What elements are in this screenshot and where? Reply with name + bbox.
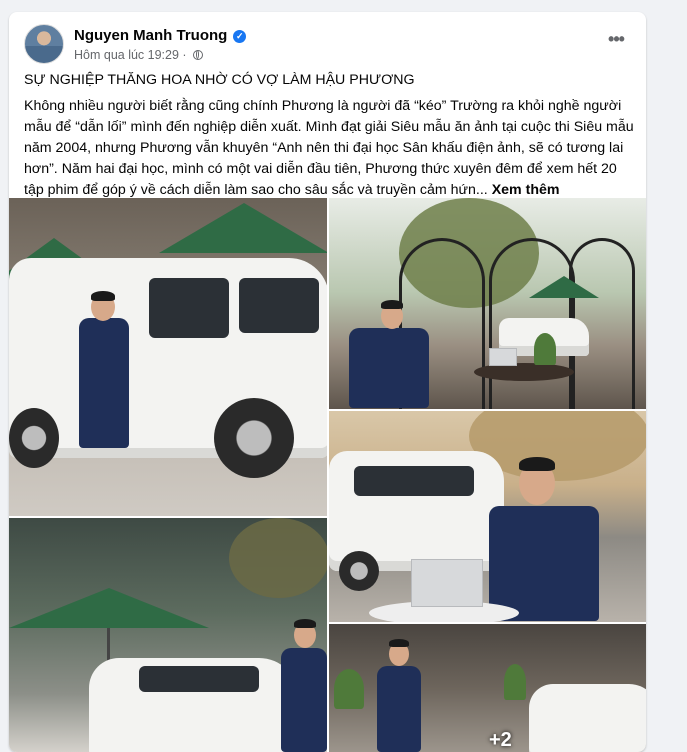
post-timestamp[interactable]: Hôm qua lúc 19:29	[74, 48, 179, 62]
plant-shape	[334, 669, 364, 709]
author-name[interactable]: Nguyen Manh Truong	[74, 27, 227, 44]
man-hair-shape	[389, 639, 409, 647]
man-hair-shape	[381, 300, 403, 309]
laptop-shape	[411, 559, 483, 607]
man-figure-shape	[377, 666, 421, 752]
car-wheel-shape	[339, 551, 379, 591]
man-figure-shape	[79, 318, 129, 448]
plant-shape	[504, 664, 526, 700]
post-photo-3[interactable]	[329, 411, 646, 622]
globe-icon[interactable]	[193, 50, 204, 60]
car-window-shape	[239, 278, 319, 333]
laptop-shape	[489, 348, 517, 366]
see-more-link[interactable]: Xem thêm	[492, 182, 560, 198]
umbrella-shape	[159, 203, 327, 253]
car-wheel-shape	[9, 408, 59, 468]
verified-badge-icon: ✓	[233, 30, 247, 43]
post-photo-1[interactable]	[9, 198, 327, 516]
post-meta: Hôm qua lúc 19:29 ·	[74, 48, 204, 62]
white-car-shape	[529, 684, 646, 752]
man-hair-shape	[91, 291, 115, 301]
car-windshield-shape	[139, 666, 259, 692]
author-name-row: Nguyen Manh Truong ✓	[74, 27, 247, 44]
avatar[interactable]	[24, 24, 64, 64]
more-options-button[interactable]: •••	[602, 30, 630, 54]
post-card: Nguyen Manh Truong ✓ Hôm qua lúc 19:29 · …	[9, 12, 646, 752]
car-window-shape	[149, 278, 229, 338]
man-figure-shape	[281, 648, 327, 752]
post-header: Nguyen Manh Truong ✓ Hôm qua lúc 19:29 · …	[24, 24, 634, 68]
post-text: SỰ NGHIỆP THĂNG HOA NHỜ CÓ VỢ LÀM HẬU PH…	[24, 70, 636, 201]
car-wheel-shape	[214, 398, 294, 478]
man-hair-shape	[519, 457, 555, 471]
more-photos-count[interactable]: +2	[489, 729, 512, 752]
man-figure-shape	[489, 506, 599, 621]
car-rear-window-shape	[354, 466, 474, 496]
tree-shape	[229, 518, 327, 598]
post-photo-5[interactable]: +2	[329, 624, 646, 752]
plant-shape	[534, 333, 556, 365]
post-photo-4[interactable]	[9, 518, 327, 752]
post-photo-2[interactable]	[329, 198, 646, 409]
umbrella-shape	[9, 588, 209, 628]
man-hair-shape	[294, 619, 316, 628]
man-figure-shape	[349, 328, 429, 408]
separator: ·	[182, 48, 187, 62]
post-title: SỰ NGHIỆP THĂNG HOA NHỜ CÓ VỢ LÀM HẬU PH…	[24, 72, 415, 88]
post-body: Không nhiều người biết rằng cũng chính P…	[24, 96, 636, 201]
